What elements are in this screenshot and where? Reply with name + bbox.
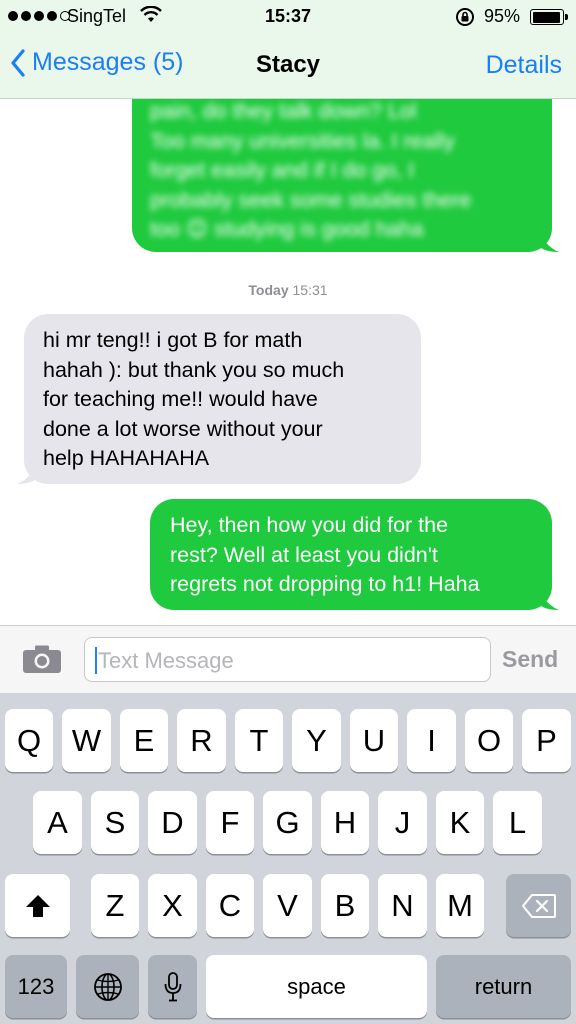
timestamp-time: 15:31	[292, 282, 328, 298]
sent-message-bubble[interactable]: Hey, then how you did for the rest? Well…	[150, 499, 559, 610]
bubble-tail	[17, 462, 39, 484]
camera-button[interactable]	[22, 644, 62, 679]
details-button[interactable]: Details	[486, 51, 562, 80]
message-line: hahah ): but thank you so much	[43, 357, 345, 382]
key-r[interactable]: R	[177, 709, 226, 772]
globe-icon	[93, 972, 122, 1001]
key-y[interactable]: Y	[292, 709, 341, 772]
space-key[interactable]: space	[206, 955, 427, 1018]
microphone-icon	[164, 971, 181, 1001]
key-m[interactable]: M	[436, 874, 484, 937]
message-line: help HAHAHAHA	[43, 446, 210, 470]
backspace-icon	[521, 893, 556, 918]
bubble-tail	[537, 588, 559, 610]
message-line: hi mr teng!! i got B for math	[43, 328, 303, 352]
blurred-line: Too many universities la. I really	[150, 128, 455, 153]
key-g[interactable]: G	[263, 791, 312, 854]
timestamp-day: Today	[248, 282, 289, 298]
key-i[interactable]: I	[407, 709, 456, 772]
shift-arrow-icon	[25, 894, 50, 917]
key-b[interactable]: B	[321, 874, 369, 937]
message-placeholder: Text Message	[98, 648, 234, 673]
globe-key[interactable]	[76, 955, 139, 1018]
top-bar: SingTel 15:37 95% Messages (5) Stacy Det…	[0, 0, 576, 99]
dictation-key[interactable]	[148, 955, 197, 1018]
received-message-bubble[interactable]: hi mr teng!! i got B for math hahah ): b…	[17, 314, 421, 484]
message-text-field[interactable]: Text Message	[84, 637, 491, 682]
blurred-line: pain, do they talk down? Lol	[150, 99, 417, 123]
blurred-line: too 😊 studying is good haha	[150, 217, 424, 241]
key-j[interactable]: J	[378, 791, 427, 854]
key-f[interactable]: F	[206, 791, 254, 854]
text-cursor	[95, 647, 97, 674]
sent-message-bubble-blurred[interactable]: pain, do they talk down? Lol Too many un…	[132, 99, 559, 252]
key-c[interactable]: C	[206, 874, 254, 937]
key-h[interactable]: H	[321, 791, 369, 854]
key-l[interactable]: L	[493, 791, 542, 854]
navigation-bar: Messages (5) Stacy Details	[0, 34, 576, 98]
keyboard: Q W E R T Y U I O P A S D F G H J K L Z …	[0, 693, 576, 1024]
key-t[interactable]: T	[235, 709, 283, 772]
message-line: for teaching me!! would have	[43, 387, 318, 411]
key-x[interactable]: X	[148, 874, 197, 937]
key-n[interactable]: N	[378, 874, 427, 937]
key-u[interactable]: U	[350, 709, 398, 772]
key-k[interactable]: K	[436, 791, 484, 854]
key-s[interactable]: S	[91, 791, 139, 854]
camera-icon	[23, 645, 61, 673]
key-o[interactable]: O	[465, 709, 513, 772]
key-q[interactable]: Q	[5, 709, 53, 772]
key-a[interactable]: A	[33, 791, 82, 854]
message-line: regrets not dropping to h1! Haha	[170, 572, 480, 596]
status-bar: SingTel 15:37 95%	[0, 0, 576, 34]
message-line: done a lot worse without your	[43, 416, 323, 441]
blurred-line: probably seek some studies there	[150, 187, 472, 212]
key-v[interactable]: V	[263, 874, 312, 937]
message-line: rest? Well at least you didn't	[170, 542, 438, 567]
message-line: Hey, then how you did for the	[170, 513, 449, 537]
message-timestamp: Today 15:31	[0, 282, 576, 298]
delete-key[interactable]	[506, 874, 571, 937]
key-e[interactable]: E	[120, 709, 168, 772]
key-p[interactable]: P	[522, 709, 571, 772]
rotation-lock-icon	[454, 7, 476, 32]
numbers-key[interactable]: 123	[5, 955, 67, 1018]
bubble-tail	[537, 230, 559, 252]
battery-percentage: 95%	[484, 6, 521, 26]
blurred-line: forget easily and if I do go, I	[150, 158, 415, 182]
key-z[interactable]: Z	[91, 874, 139, 937]
shift-key[interactable]	[5, 874, 70, 937]
key-d[interactable]: D	[148, 791, 197, 854]
message-input-bar: Text Message Send	[0, 625, 576, 693]
return-key[interactable]: return	[436, 955, 571, 1018]
send-button[interactable]: Send	[502, 646, 558, 673]
key-w[interactable]: W	[62, 709, 111, 772]
battery-icon	[530, 9, 568, 25]
conversation-view[interactable]: pain, do they talk down? Lol Too many un…	[0, 99, 576, 625]
